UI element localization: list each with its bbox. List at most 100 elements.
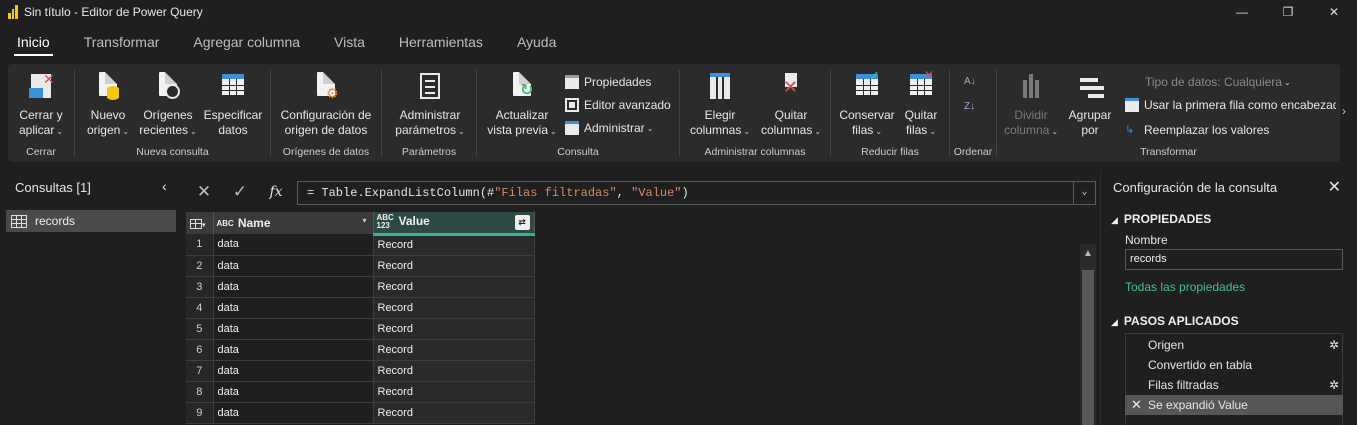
tab-transformar[interactable]: Transformar (67, 28, 177, 58)
properties-section-title[interactable]: ◢ PROPIEDADES (1111, 212, 1211, 226)
maximize-button[interactable]: ❐ (1265, 0, 1311, 24)
use-first-row-headers-button[interactable]: Usar la primera fila como encabezado (1125, 95, 1336, 115)
step-se-expandio-value[interactable]: ✕ Se expandió Value (1125, 395, 1343, 415)
cell-value[interactable]: Record (373, 360, 535, 382)
group-label-parametros: Parámetros (401, 146, 457, 158)
chevron-down-icon[interactable]: ⌄ (1073, 182, 1095, 204)
row-number[interactable]: 1 (186, 234, 214, 256)
advanced-editor-button[interactable]: Editor avanzado (565, 95, 671, 115)
step-filas-filtradas[interactable]: Filas filtradas ✲ (1125, 375, 1343, 395)
row-number[interactable]: 7 (186, 360, 214, 382)
data-type-dropdown[interactable]: Tipo de datos: Cualquiera ⌄ (1145, 72, 1291, 92)
group-origenes: ⚙ Configuración de origen de datos Oríge… (271, 64, 381, 162)
new-source-button[interactable]: Nuevo origen ⌄ (85, 70, 131, 139)
recent-sources-button[interactable]: Orígenes recientes ⌄ (137, 70, 199, 139)
ribbon-scroll-right-icon[interactable]: › (1342, 104, 1346, 118)
remove-columns-button[interactable]: ✕ Quitar columnas ⌄ (758, 70, 824, 139)
data-source-settings-button[interactable]: ⚙ Configuración de origen de datos (275, 70, 377, 138)
manage-query-label: Administrar (584, 121, 645, 135)
step-origen[interactable]: Origen ✲ (1125, 335, 1343, 355)
scrollbar-thumb[interactable] (1082, 270, 1094, 425)
chevron-down-icon: ⌄ (1051, 127, 1059, 136)
cell-name[interactable]: data (213, 402, 374, 424)
cell-name[interactable]: data (213, 339, 374, 361)
split-column-label-1: Dividir (1014, 108, 1048, 122)
any-type-icon[interactable]: ABC 123 (377, 214, 395, 230)
tab-inicio[interactable]: Inicio (0, 28, 67, 58)
manage-query-button[interactable]: Administrar ⌄ (565, 118, 653, 138)
tab-vista[interactable]: Vista (317, 28, 382, 58)
applied-steps-section-title[interactable]: ◢ PASOS APLICADOS (1111, 314, 1239, 328)
properties-button[interactable]: Propiedades (565, 72, 651, 92)
formula-input[interactable]: = Table.ExpandListColumn(#"Filas filtrad… (297, 181, 1096, 205)
all-properties-link[interactable]: Todas las propiedades (1125, 280, 1245, 294)
keep-rows-button[interactable]: ✓ Conservar filas ⌄ (837, 68, 897, 139)
cell-value[interactable]: Record (373, 297, 535, 319)
chevron-down-icon: ⌄ (1283, 77, 1291, 87)
cell-value[interactable]: Record (373, 402, 535, 424)
replace-values-button[interactable]: ↳ Reemplazar los valores (1125, 120, 1269, 140)
column-header-value[interactable]: ABC 123 Value ⇄ (373, 212, 535, 236)
cancel-formula-icon[interactable]: ✕ (186, 182, 222, 202)
split-column-button[interactable]: Dividir columna ⌄ (1003, 70, 1059, 139)
cell-name[interactable]: data (213, 234, 374, 256)
scroll-up-icon[interactable]: ▲ (1080, 248, 1096, 259)
chevron-down-icon: ⌄ (122, 127, 130, 136)
query-item-records[interactable]: records (6, 210, 176, 232)
cell-value[interactable]: Record (373, 234, 535, 256)
cell-value[interactable]: Record (373, 276, 535, 298)
row-number[interactable]: 6 (186, 339, 214, 361)
tab-herramientas[interactable]: Herramientas (382, 28, 500, 58)
text-type-icon[interactable]: ABC (217, 219, 234, 228)
fx-icon[interactable]: fx (258, 184, 294, 200)
delete-step-icon[interactable]: ✕ (1131, 395, 1142, 415)
cell-value[interactable]: Record (373, 255, 535, 277)
row-number[interactable]: 5 (186, 318, 214, 340)
recent-sources-icon (154, 72, 182, 104)
table-menu-button[interactable]: ▾ (186, 212, 214, 234)
cell-value[interactable]: Record (373, 381, 535, 403)
row-number[interactable]: 4 (186, 297, 214, 319)
vertical-scrollbar[interactable]: ▲ (1080, 244, 1096, 425)
choose-columns-button[interactable]: Elegir columnas ⌄ (686, 70, 754, 139)
cell-name[interactable]: data (213, 255, 374, 277)
remove-rows-button[interactable]: ✕ Quitar filas ⌄ (899, 68, 943, 139)
remove-rows-icon: ✕ (907, 68, 935, 104)
row-number[interactable]: 9 (186, 402, 214, 424)
cell-name[interactable]: data (213, 360, 374, 382)
tab-ayuda[interactable]: Ayuda (500, 28, 573, 58)
cell-name[interactable]: data (213, 381, 374, 403)
formula-bar-buttons: ✕ ✓ fx (186, 178, 294, 206)
cell-name[interactable]: data (213, 276, 374, 298)
tab-agregar-columna[interactable]: Agregar columna (176, 28, 317, 58)
gear-icon[interactable]: ✲ (1329, 375, 1339, 395)
query-name-input[interactable]: records (1125, 249, 1343, 270)
step-convertido-en-tabla[interactable]: Convertido en tabla (1125, 355, 1343, 375)
close-window-button[interactable]: ✕ (1311, 0, 1357, 24)
column-header-name[interactable]: ABC Name ▾ (213, 212, 374, 234)
row-number[interactable]: 8 (186, 381, 214, 403)
group-by-button[interactable]: Agrupar por (1065, 70, 1115, 138)
manage-parameters-button[interactable]: Administrar parámetros ⌄ (390, 70, 470, 139)
row-number[interactable]: 3 (186, 276, 214, 298)
gear-icon[interactable]: ✲ (1329, 335, 1339, 355)
refresh-preview-button[interactable]: ↻ Actualizar vista previa ⌄ (483, 70, 561, 139)
close-apply-button[interactable]: ✕ Cerrar y aplicar ⌄ (12, 70, 70, 139)
collapse-pane-icon[interactable]: ‹ (162, 178, 167, 194)
chevron-down-icon[interactable]: ▾ (362, 216, 366, 225)
manage-parameters-label-1: Administrar (399, 108, 461, 122)
cell-name[interactable]: data (213, 297, 374, 319)
data-grid: ▾ ABC Name ▾ ABC 123 Value ⇄ 1 data Record 2 da… (186, 212, 535, 424)
close-icon[interactable]: ✕ (1328, 177, 1341, 197)
cell-value[interactable]: Record (373, 318, 535, 340)
cell-value[interactable]: Record (373, 339, 535, 361)
expand-column-icon[interactable]: ⇄ (514, 215, 530, 230)
cell-name[interactable]: data (213, 318, 374, 340)
sort-ascending-icon[interactable]: A↓ (964, 72, 976, 92)
confirm-formula-icon[interactable]: ✓ (222, 182, 258, 202)
row-number[interactable]: 2 (186, 255, 214, 277)
group-label-cerrar: Cerrar (26, 146, 56, 158)
enter-data-button[interactable]: Especificar datos (201, 70, 265, 138)
minimize-button[interactable]: — (1219, 0, 1265, 24)
sort-descending-icon[interactable]: Z↓ (964, 96, 975, 116)
